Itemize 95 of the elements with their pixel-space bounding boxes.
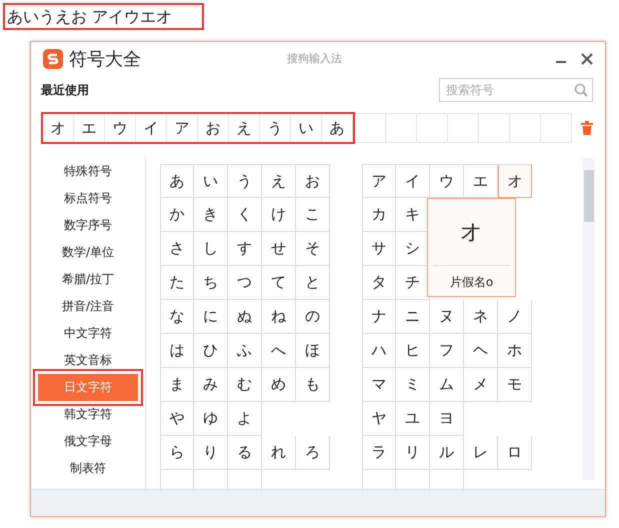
symbol-cell[interactable]: け [262,198,296,232]
symbol-cell[interactable]: イ [396,164,430,198]
category-item[interactable]: 韩文字符 [38,401,138,428]
category-item[interactable]: 标点符号 [38,185,138,212]
trash-icon[interactable] [581,121,593,135]
symbol-cell[interactable]: な [160,300,194,334]
app-name: 搜狗输入法 [287,51,342,66]
symbol-cell[interactable]: さ [160,232,194,266]
symbol-cell[interactable]: ロ [498,436,532,470]
symbol-cell[interactable]: ね [262,300,296,334]
symbol-cell[interactable]: も [296,368,330,402]
symbol-cell[interactable]: サ [362,232,396,266]
symbol-cell[interactable]: お [296,164,330,198]
symbol-cell[interactable]: ム [430,368,464,402]
category-item[interactable]: 中文字符 [38,320,138,347]
category-item[interactable]: 俄文字母 [38,428,138,455]
symbol-cell[interactable]: え [262,164,296,198]
symbol-cell[interactable]: ミ [396,368,430,402]
category-item[interactable]: 拼音/注音 [38,293,138,320]
symbol-cell[interactable]: ゆ [194,402,228,436]
symbol-cell[interactable]: ユ [396,402,430,436]
symbol-cell[interactable]: ほ [296,334,330,368]
symbol-cell[interactable]: へ [262,334,296,368]
symbol-cell[interactable]: ヤ [362,402,396,436]
window-title: 符号大全 [69,48,141,71]
symbol-cell[interactable]: ナ [362,300,396,334]
symbol-cell[interactable]: そ [296,232,330,266]
symbol-cell[interactable]: う [228,164,262,198]
symbol-cell[interactable]: や [160,402,194,436]
scrollbar[interactable] [583,158,595,480]
symbol-cell[interactable]: ろ [296,436,330,470]
category-item[interactable]: 数学/单位 [38,239,138,266]
symbol-cell[interactable]: か [160,198,194,232]
symbol-cell[interactable]: ル [430,436,464,470]
category-item[interactable]: 特殊符号 [38,158,138,185]
search-field[interactable]: 搜索符号 [439,78,593,102]
symbol-cell[interactable]: フ [430,334,464,368]
symbol-cell[interactable]: ハ [362,334,396,368]
symbol-cell[interactable]: マ [362,368,396,402]
symbol-cell[interactable]: て [262,266,296,300]
symbol-cell[interactable]: た [160,266,194,300]
section-label: 最近使用 [41,82,89,98]
symbol-cell[interactable]: れ [262,436,296,470]
symbol-cell[interactable]: レ [464,436,498,470]
symbol-cell[interactable]: の [296,300,330,334]
symbol-cell[interactable]: め [262,368,296,402]
symbol-cell[interactable]: ぬ [228,300,262,334]
symbol-cell[interactable]: オ [498,164,532,198]
symbol-cell[interactable]: ヘ [464,334,498,368]
symbol-cell[interactable]: は [160,334,194,368]
category-item[interactable]: 希腊/拉丁 [38,266,138,293]
symbol-cell[interactable]: る [228,436,262,470]
symbol-cell[interactable]: し [194,232,228,266]
category-item[interactable]: 制表符 [38,455,138,482]
symbol-cell[interactable]: せ [262,232,296,266]
search-icon[interactable] [574,83,588,97]
symbol-cell[interactable]: リ [396,436,430,470]
symbol-cell[interactable]: ラ [362,436,396,470]
symbol-cell[interactable]: ら [160,436,194,470]
close-icon[interactable] [581,53,593,65]
symbol-cell[interactable]: き [194,198,228,232]
symbol-cell[interactable]: ネ [464,300,498,334]
symbol-cell[interactable]: ニ [396,300,430,334]
symbol-cell[interactable]: あ [160,164,194,198]
symbol-cell[interactable]: こ [296,198,330,232]
preview-symbol: オ [460,219,483,247]
symbol-cell[interactable]: り [194,436,228,470]
symbol-cell[interactable]: み [194,368,228,402]
symbol-cell[interactable]: ノ [498,300,532,334]
symbol-cell[interactable]: す [228,232,262,266]
symbol-cell[interactable]: と [296,266,330,300]
symbol-cell[interactable]: つ [228,266,262,300]
symbol-cell[interactable]: い [194,164,228,198]
logo-icon [43,49,63,69]
symbol-cell[interactable]: ち [194,266,228,300]
category-item[interactable]: 数字序号 [38,212,138,239]
category-item[interactable]: 英文音标 [38,347,138,374]
symbol-cell[interactable]: ヨ [430,402,464,436]
symbol-cell[interactable]: ホ [498,334,532,368]
symbol-cell[interactable]: ヒ [396,334,430,368]
symbol-cell[interactable]: ま [160,368,194,402]
symbol-cell[interactable]: ふ [228,334,262,368]
symbol-cell[interactable]: モ [498,368,532,402]
symbol-cell[interactable]: タ [362,266,396,300]
symbol-cell[interactable]: カ [362,198,396,232]
symbol-cell[interactable]: く [228,198,262,232]
symbol-cell[interactable]: む [228,368,262,402]
symbol-cell[interactable]: ア [362,164,396,198]
symbol-cell[interactable]: よ [228,402,262,436]
typed-text: あいうえお アイウエオ [3,3,204,30]
symbol-cell[interactable]: メ [464,368,498,402]
symbol-cell[interactable]: ヌ [430,300,464,334]
preview-label: 片假名o [450,274,494,291]
symbol-cell[interactable]: に [194,300,228,334]
symbol-cell[interactable]: ひ [194,334,228,368]
